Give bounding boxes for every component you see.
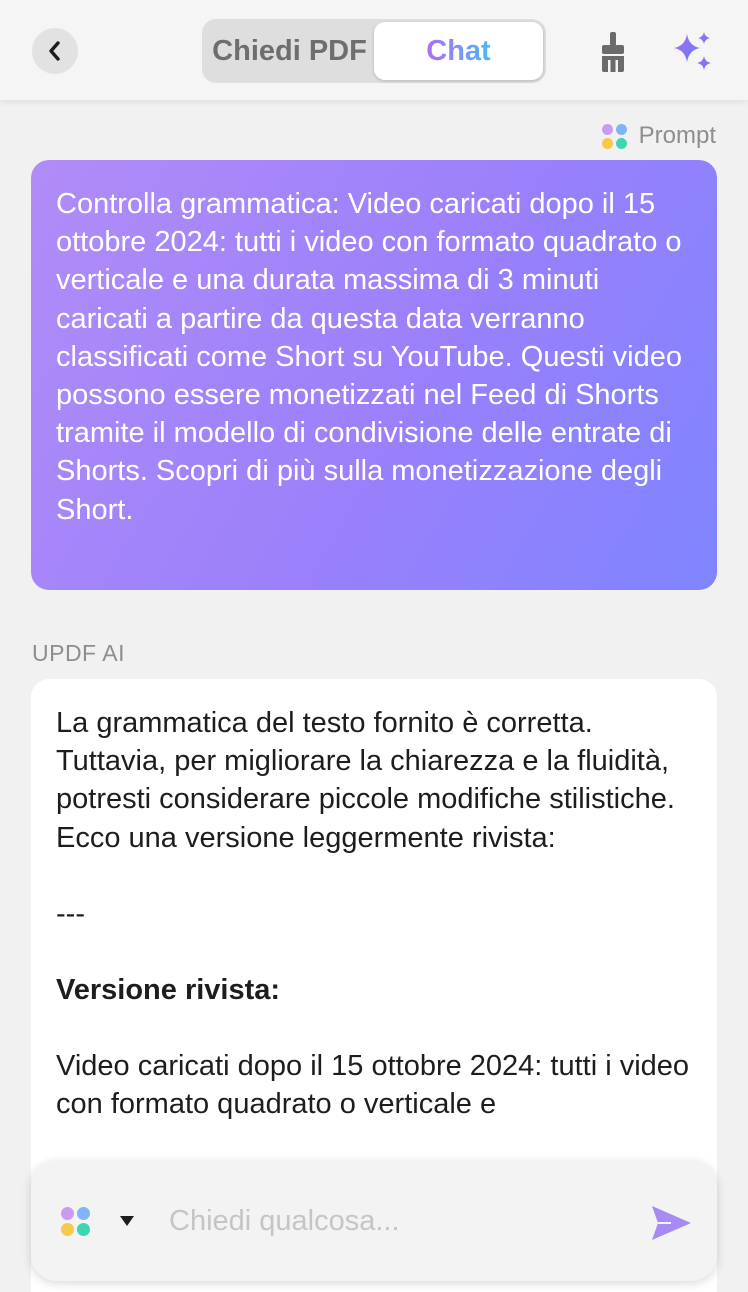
- back-button[interactable]: [32, 28, 78, 74]
- sparkle-icon: [674, 32, 711, 70]
- ai-assistant-button[interactable]: [670, 30, 716, 74]
- ai-response-revised-text: Video caricati dopo il 15 ottobre 2024: …: [56, 1050, 690, 1121]
- tab-chat-label: Chat: [426, 34, 491, 67]
- ai-response-intro: La grammatica del testo fornito è corret…: [56, 707, 675, 854]
- prompt-label: Prompt: [601, 120, 716, 152]
- prompt-label-text: Prompt: [638, 122, 716, 149]
- tab-chiedi-pdf-label: Chiedi PDF: [212, 34, 367, 67]
- send-button[interactable]: [649, 1203, 693, 1243]
- ai-response-separator: ---: [56, 897, 85, 930]
- model-selector-icon[interactable]: [61, 1207, 90, 1236]
- caret-down-icon[interactable]: [119, 1215, 135, 1227]
- mode-switcher: Chiedi PDF Chat: [202, 19, 546, 83]
- top-bar: Chiedi PDF Chat: [0, 0, 748, 100]
- ai-response-heading: Versione rivista:: [56, 974, 281, 1007]
- ai-sender-label: UPDF AI: [32, 640, 125, 666]
- user-message-bubble: Controlla grammatica: Video caricati dop…: [31, 160, 717, 590]
- broom-icon: [602, 32, 624, 72]
- clear-chat-button[interactable]: [596, 30, 630, 74]
- chat-input-bar: [31, 1161, 717, 1281]
- chat-input[interactable]: [169, 1197, 609, 1245]
- chevron-left-icon: [49, 41, 60, 61]
- send-icon: [652, 1206, 691, 1240]
- prompt-dots-icon: [601, 123, 627, 149]
- user-message-text: Controlla grammatica: Video caricati dop…: [56, 188, 682, 526]
- tab-chat[interactable]: Chat: [374, 22, 543, 80]
- tab-chiedi-pdf[interactable]: Chiedi PDF: [205, 22, 374, 80]
